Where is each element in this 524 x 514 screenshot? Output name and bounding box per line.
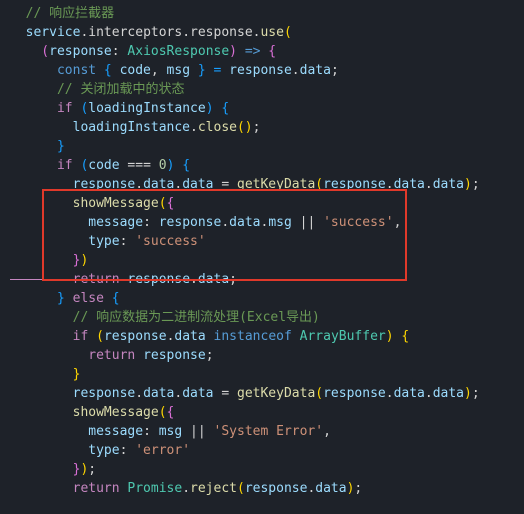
code-line: // 响应数据为二进制流处理(Excel导出) <box>0 308 524 327</box>
code-line: return response.data; <box>0 270 524 289</box>
code-line: // 关闭加载中的状态 <box>0 80 524 99</box>
code-line: message: msg || 'System Error', <box>0 422 524 441</box>
code-line: return response; <box>0 346 524 365</box>
code-line: if (loadingInstance) { <box>0 99 524 118</box>
code-line: } else { <box>0 289 524 308</box>
code-editor[interactable]: // 响应拦截器 service.interceptors.response.u… <box>0 0 524 502</box>
code-line: return Promise.reject(response.data); <box>0 479 524 498</box>
code-line: loadingInstance.close(); <box>0 118 524 137</box>
code-line: }) <box>0 251 524 270</box>
code-line: showMessage({ <box>0 403 524 422</box>
code-line: (response: AxiosResponse) => { <box>0 42 524 61</box>
code-line: message: response.data.msg || 'success', <box>0 213 524 232</box>
code-line: if (code === 0) { <box>0 156 524 175</box>
code-line: type: 'success' <box>0 232 524 251</box>
code-line: // 响应拦截器 <box>0 4 524 23</box>
code-line: if (response.data instanceof ArrayBuffer… <box>0 327 524 346</box>
code-line: type: 'error' <box>0 441 524 460</box>
code-line: const { code, msg } = response.data; <box>0 61 524 80</box>
code-line: showMessage({ <box>0 194 524 213</box>
code-line: } <box>0 137 524 156</box>
code-line: service.interceptors.response.use( <box>0 23 524 42</box>
code-line: } <box>0 365 524 384</box>
code-line: }); <box>0 460 524 479</box>
code-line: response.data.data = getKeyData(response… <box>0 384 524 403</box>
code-line: response.data.data = getKeyData(response… <box>0 175 524 194</box>
